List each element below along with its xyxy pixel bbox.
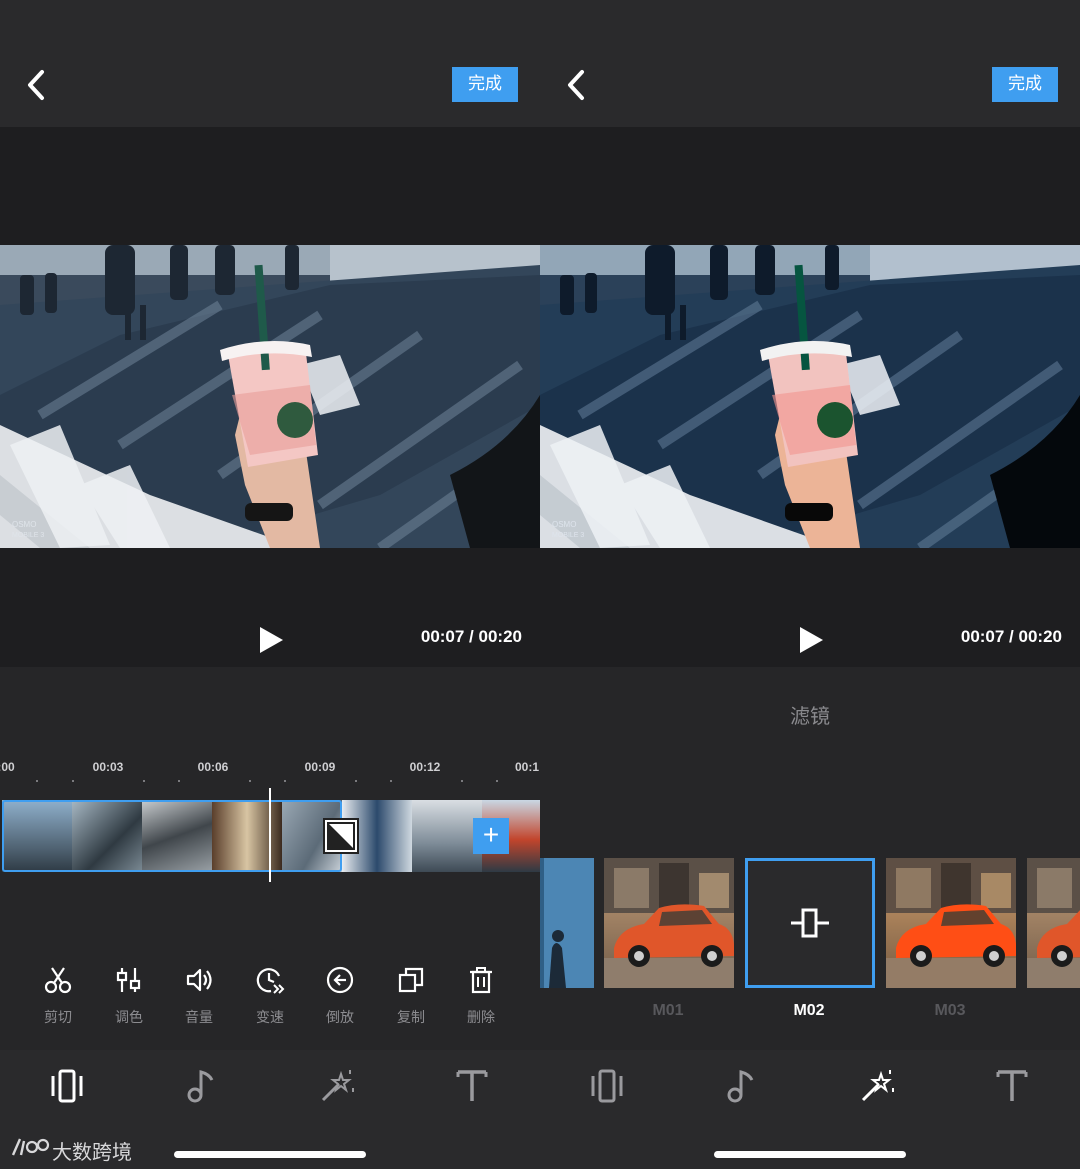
play-button[interactable]: [796, 625, 826, 655]
clips-icon: [51, 1069, 83, 1103]
ruler-label: 00:1: [514, 760, 540, 774]
time-readout: 00:07 / 00:20: [960, 627, 1062, 646]
filter-section-title: 滤镜: [790, 704, 830, 728]
tool-reverse[interactable]: 倒放: [310, 960, 370, 1027]
timeline-ruler: :00 00:03 00:06 00:09 00:12 00:1: [0, 760, 540, 790]
filter-thumb-m04[interactable]: [1027, 858, 1080, 988]
scissors-icon: [44, 967, 72, 994]
tool-label: 调色: [115, 1010, 143, 1026]
music-icon: [727, 1070, 754, 1103]
effects-icon: [321, 1070, 354, 1102]
tool-copy[interactable]: 复制: [381, 960, 441, 1027]
tool-cut[interactable]: 剪切: [28, 960, 88, 1027]
clip-thumbnail[interactable]: [412, 800, 482, 872]
filter-preview: [540, 858, 594, 988]
nav-clips[interactable]: [587, 1066, 627, 1106]
top-bar: 完成: [0, 0, 540, 127]
watermark-logo-icon: [11, 1138, 50, 1156]
adjust-color-icon: [116, 968, 141, 992]
clips-icon: [591, 1069, 623, 1103]
play-button[interactable]: [256, 625, 286, 655]
speed-icon: [256, 968, 285, 994]
ruler-label: 00:06: [197, 760, 229, 774]
tool-volume[interactable]: 音量: [169, 960, 229, 1027]
nav-clips[interactable]: [47, 1066, 87, 1106]
home-indicator: [174, 1151, 366, 1158]
play-icon: [800, 627, 823, 653]
filter-screen-right: 完成 00:07 / 00:20 滤镜 M01 M02 M03: [540, 0, 1080, 1169]
filter-thumb-none[interactable]: [540, 858, 594, 988]
filter-preview: [886, 858, 1016, 988]
back-button[interactable]: [20, 66, 54, 104]
top-bar: 完成: [540, 0, 1080, 127]
selected-clip-outline: [2, 800, 342, 872]
back-button[interactable]: [560, 66, 594, 104]
chevron-left-icon: [568, 70, 584, 100]
filter-label: M03: [934, 1002, 966, 1019]
watermark-text: 大数跨境: [52, 1140, 132, 1164]
nav-text[interactable]: [452, 1066, 492, 1106]
filter-label: M01: [652, 1002, 684, 1019]
text-icon: [996, 1070, 1028, 1101]
nav-effects[interactable]: [317, 1066, 357, 1106]
filter-strip[interactable]: [540, 858, 1080, 988]
tool-label: 复制: [397, 1010, 425, 1026]
video-preview: 00:07 / 00:20: [540, 127, 1080, 667]
reverse-icon: [326, 966, 354, 994]
nav-text[interactable]: [992, 1066, 1032, 1106]
chevron-left-icon: [28, 70, 44, 100]
nav-music[interactable]: [182, 1066, 222, 1106]
tool-label: 剪切: [44, 1010, 72, 1026]
video-frame[interactable]: [0, 245, 540, 548]
tool-label: 倒放: [326, 1010, 354, 1026]
done-button[interactable]: 完成: [452, 67, 518, 102]
nav-effects[interactable]: [857, 1066, 897, 1106]
filter-thumb-m01[interactable]: [604, 858, 734, 988]
video-preview: 00:07 / 00:20: [0, 127, 540, 667]
tool-label: 删除: [467, 1010, 495, 1026]
time-readout: 00:07 / 00:20: [420, 627, 522, 646]
transition-icon: [327, 822, 355, 850]
edit-toolbar: 剪切 调色 音量 变速 倒放 复制 删除: [0, 960, 540, 1040]
done-button[interactable]: 完成: [992, 67, 1058, 102]
filter-thumb-m03[interactable]: [886, 858, 1016, 988]
ruler-label: 00:09: [304, 760, 336, 774]
nav-music[interactable]: [722, 1066, 762, 1106]
tool-label: 音量: [185, 1010, 213, 1026]
tool-color[interactable]: 调色: [99, 960, 159, 1027]
playhead[interactable]: [269, 788, 271, 882]
video-frame[interactable]: [540, 245, 1080, 548]
filter-label-selected: M02: [793, 1002, 825, 1019]
tool-speed[interactable]: 变速: [240, 960, 300, 1027]
filter-preview: [604, 858, 734, 988]
play-icon: [260, 627, 283, 653]
add-clip-button[interactable]: +: [473, 818, 509, 854]
text-icon: [456, 1070, 488, 1101]
transition-button[interactable]: [323, 818, 359, 854]
trash-icon: [470, 967, 492, 994]
watermark: 大数跨境: [10, 1133, 132, 1164]
filter-preview: [1027, 858, 1080, 988]
ruler-label: 00:12: [409, 760, 441, 774]
ruler-label: :00: [0, 760, 15, 774]
tool-delete[interactable]: 删除: [451, 960, 511, 1027]
ruler-label: 00:03: [92, 760, 124, 774]
plus-icon: +: [482, 819, 500, 850]
filter-thumb-m02[interactable]: [745, 858, 875, 988]
tool-label: 变速: [256, 1010, 284, 1026]
volume-icon: [186, 968, 212, 992]
copy-icon: [398, 967, 424, 993]
effects-icon: [861, 1070, 894, 1102]
edit-screen-left: 完成 00:07 / 00:20 :00 00:03 00:06 00:09 0…: [0, 0, 540, 1169]
music-icon: [187, 1070, 214, 1103]
home-indicator: [714, 1151, 906, 1158]
slider-adjust-icon: [791, 908, 829, 938]
